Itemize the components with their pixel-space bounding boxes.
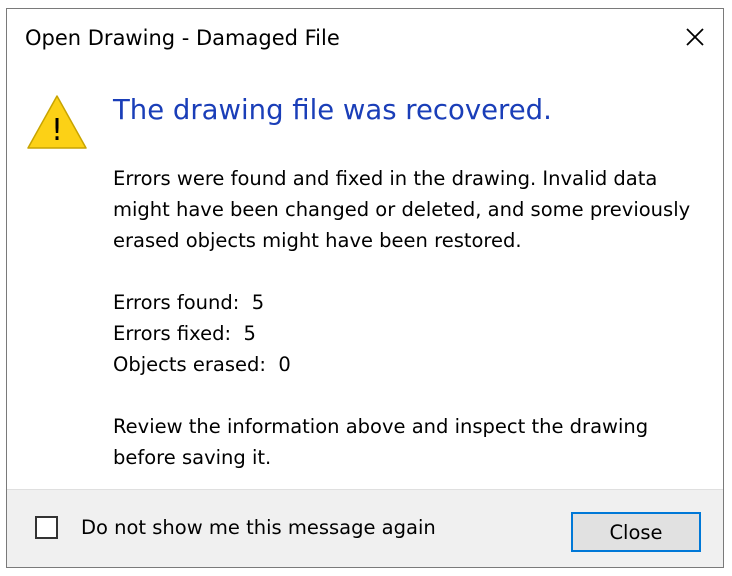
stat-objects-erased: Objects erased: 0 — [113, 349, 711, 380]
dont-show-again-label[interactable]: Do not show me this message again — [81, 516, 436, 539]
stat-label: Objects erased: — [113, 353, 266, 376]
dont-show-again-option[interactable]: Do not show me this message again — [35, 516, 436, 539]
content-area: Errors were found and fixed in the drawi… — [113, 163, 711, 473]
warning-glyph: ! — [51, 113, 63, 148]
description-text: Errors were found and fixed in the drawi… — [113, 167, 691, 252]
stat-value: 5 — [243, 322, 256, 345]
window-title: Open Drawing - Damaged File — [25, 26, 340, 50]
review-text: Review the information above and inspect… — [113, 415, 649, 469]
close-button[interactable]: Close — [571, 512, 701, 552]
dialog-footer: Do not show me this message again Close — [7, 489, 723, 567]
close-x-icon[interactable] — [681, 23, 709, 51]
stat-errors-found: Errors found: 5 — [113, 287, 711, 318]
stat-value: 5 — [251, 291, 265, 314]
main-instruction: The drawing file was recovered. — [113, 94, 552, 126]
dont-show-again-checkbox[interactable] — [35, 516, 58, 539]
stats-list: Errors found: 5 Errors fixed: 5 Objects … — [113, 287, 711, 380]
stat-value: 0 — [278, 353, 291, 376]
title-bar: Open Drawing - Damaged File — [7, 9, 723, 71]
warning-icon: ! — [25, 93, 89, 151]
stat-label: Errors found: — [113, 291, 240, 314]
stat-label: Errors fixed: — [113, 322, 232, 345]
stat-errors-fixed: Errors fixed: 5 — [113, 318, 711, 349]
damaged-file-dialog: Open Drawing - Damaged File ! The drawin… — [6, 8, 724, 568]
